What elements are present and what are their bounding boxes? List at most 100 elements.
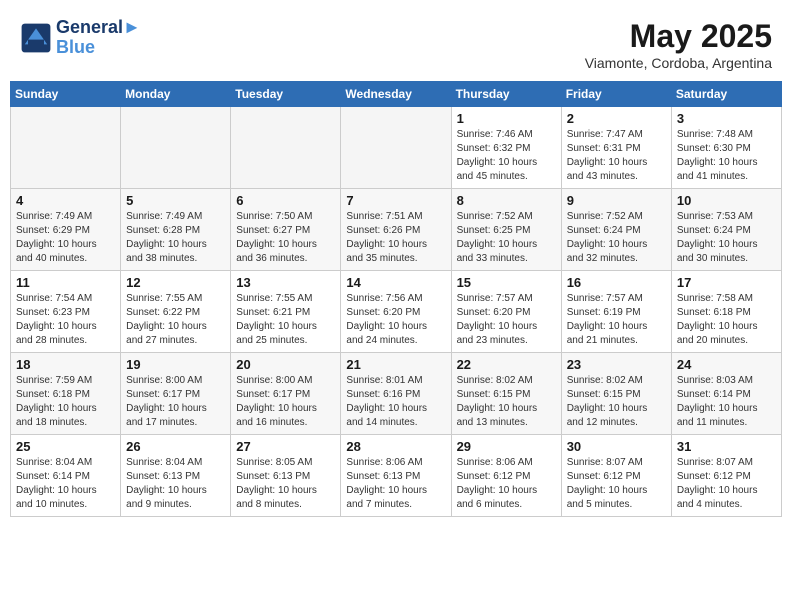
day-info: Sunrise: 7:49 AM Sunset: 6:28 PM Dayligh… xyxy=(126,210,225,266)
day-info: Sunrise: 7:52 AM Sunset: 6:24 PM Dayligh… xyxy=(567,210,666,266)
day-number: 17 xyxy=(677,275,776,290)
table-cell: 23 Sunrise: 8:02 AM Sunset: 6:15 PM Dayli… xyxy=(561,353,671,435)
week-row-3: 11 Sunrise: 7:54 AM Sunset: 6:23 PM Dayli… xyxy=(11,271,782,353)
header-tuesday: Tuesday xyxy=(231,82,341,107)
day-info: Sunrise: 8:00 AM Sunset: 6:17 PM Dayligh… xyxy=(126,374,225,430)
header-wednesday: Wednesday xyxy=(341,82,451,107)
day-number: 23 xyxy=(567,357,666,372)
table-cell: 28 Sunrise: 8:06 AM Sunset: 6:13 PM Dayli… xyxy=(341,435,451,517)
table-cell: 30 Sunrise: 8:07 AM Sunset: 6:12 PM Dayli… xyxy=(561,435,671,517)
day-number: 22 xyxy=(457,357,556,372)
table-cell: 25Sunrise: 8:04 AM Sunset: 6:14 PM Dayli… xyxy=(11,435,121,517)
day-info: Sunrise: 7:49 AM Sunset: 6:29 PM Dayligh… xyxy=(16,210,115,266)
day-number: 6 xyxy=(236,193,335,208)
day-number: 31 xyxy=(677,439,776,454)
header-thursday: Thursday xyxy=(451,82,561,107)
table-cell: 24 Sunrise: 8:03 AM Sunset: 6:14 PM Dayli… xyxy=(671,353,781,435)
day-info: Sunrise: 8:02 AM Sunset: 6:15 PM Dayligh… xyxy=(567,374,666,430)
table-cell: 10Sunrise: 7:53 AM Sunset: 6:24 PM Dayli… xyxy=(671,189,781,271)
week-row-1: 1 Sunrise: 7:46 AM Sunset: 6:32 PM Daylig… xyxy=(11,107,782,189)
table-cell: 7 Sunrise: 7:51 AM Sunset: 6:26 PM Daylig… xyxy=(341,189,451,271)
day-number: 24 xyxy=(677,357,776,372)
table-cell xyxy=(231,107,341,189)
table-cell: 19 Sunrise: 8:00 AM Sunset: 6:17 PM Dayli… xyxy=(121,353,231,435)
table-cell: 26 Sunrise: 8:04 AM Sunset: 6:13 PM Dayli… xyxy=(121,435,231,517)
table-cell: 31 Sunrise: 8:07 AM Sunset: 6:12 PM Dayli… xyxy=(671,435,781,517)
header-sunday: Sunday xyxy=(11,82,121,107)
day-info: Sunrise: 8:02 AM Sunset: 6:15 PM Dayligh… xyxy=(457,374,556,430)
day-info: Sunrise: 8:03 AM Sunset: 6:14 PM Dayligh… xyxy=(677,374,776,430)
table-cell: 13Sunrise: 7:55 AM Sunset: 6:21 PM Dayli… xyxy=(231,271,341,353)
header-monday: Monday xyxy=(121,82,231,107)
day-info: Sunrise: 7:51 AM Sunset: 6:26 PM Dayligh… xyxy=(346,210,445,266)
location: Viamonte, Cordoba, Argentina xyxy=(585,55,772,71)
day-number: 12 xyxy=(126,275,225,290)
table-cell: 20 Sunrise: 8:00 AM Sunset: 6:17 PM Dayli… xyxy=(231,353,341,435)
day-number: 5 xyxy=(126,193,225,208)
day-number: 29 xyxy=(457,439,556,454)
day-info: Sunrise: 7:50 AM Sunset: 6:27 PM Dayligh… xyxy=(236,210,335,266)
day-number: 4 xyxy=(16,193,115,208)
day-info: Sunrise: 8:06 AM Sunset: 6:12 PM Dayligh… xyxy=(457,456,556,512)
day-info: Sunrise: 7:56 AM Sunset: 6:20 PM Dayligh… xyxy=(346,292,445,348)
table-cell: 21Sunrise: 8:01 AM Sunset: 6:16 PM Dayli… xyxy=(341,353,451,435)
day-number: 28 xyxy=(346,439,445,454)
week-row-4: 18 Sunrise: 7:59 AM Sunset: 6:18 PM Dayli… xyxy=(11,353,782,435)
page-header: General► Blue May 2025 Viamonte, Cordoba… xyxy=(10,10,782,75)
week-row-5: 25Sunrise: 8:04 AM Sunset: 6:14 PM Dayli… xyxy=(11,435,782,517)
month-year: May 2025 xyxy=(585,18,772,55)
day-info: Sunrise: 7:52 AM Sunset: 6:25 PM Dayligh… xyxy=(457,210,556,266)
day-info: Sunrise: 8:04 AM Sunset: 6:13 PM Dayligh… xyxy=(126,456,225,512)
day-info: Sunrise: 7:55 AM Sunset: 6:22 PM Dayligh… xyxy=(126,292,225,348)
header-saturday: Saturday xyxy=(671,82,781,107)
day-number: 3 xyxy=(677,111,776,126)
table-cell: 18 Sunrise: 7:59 AM Sunset: 6:18 PM Dayli… xyxy=(11,353,121,435)
day-number: 8 xyxy=(457,193,556,208)
day-info: Sunrise: 7:46 AM Sunset: 6:32 PM Dayligh… xyxy=(457,128,556,184)
logo-icon xyxy=(20,22,52,54)
day-info: Sunrise: 8:07 AM Sunset: 6:12 PM Dayligh… xyxy=(677,456,776,512)
day-info: Sunrise: 7:59 AM Sunset: 6:18 PM Dayligh… xyxy=(16,374,115,430)
table-cell: 6 Sunrise: 7:50 AM Sunset: 6:27 PM Daylig… xyxy=(231,189,341,271)
day-number: 20 xyxy=(236,357,335,372)
table-cell: 9 Sunrise: 7:52 AM Sunset: 6:24 PM Daylig… xyxy=(561,189,671,271)
table-cell: 2 Sunrise: 7:47 AM Sunset: 6:31 PM Daylig… xyxy=(561,107,671,189)
day-info: Sunrise: 8:06 AM Sunset: 6:13 PM Dayligh… xyxy=(346,456,445,512)
day-number: 26 xyxy=(126,439,225,454)
title-block: May 2025 Viamonte, Cordoba, Argentina xyxy=(585,18,772,71)
day-info: Sunrise: 8:00 AM Sunset: 6:17 PM Dayligh… xyxy=(236,374,335,430)
week-row-2: 4 Sunrise: 7:49 AM Sunset: 6:29 PM Daylig… xyxy=(11,189,782,271)
day-number: 14 xyxy=(346,275,445,290)
day-number: 9 xyxy=(567,193,666,208)
day-number: 11 xyxy=(16,275,115,290)
table-cell: 3 Sunrise: 7:48 AM Sunset: 6:30 PM Daylig… xyxy=(671,107,781,189)
calendar-table: Sunday Monday Tuesday Wednesday Thursday… xyxy=(10,81,782,517)
day-number: 2 xyxy=(567,111,666,126)
table-cell xyxy=(341,107,451,189)
day-number: 18 xyxy=(16,357,115,372)
table-cell: 17Sunrise: 7:58 AM Sunset: 6:18 PM Dayli… xyxy=(671,271,781,353)
day-number: 13 xyxy=(236,275,335,290)
weekday-header-row: Sunday Monday Tuesday Wednesday Thursday… xyxy=(11,82,782,107)
day-info: Sunrise: 7:47 AM Sunset: 6:31 PM Dayligh… xyxy=(567,128,666,184)
day-number: 21 xyxy=(346,357,445,372)
table-cell: 12 Sunrise: 7:55 AM Sunset: 6:22 PM Dayli… xyxy=(121,271,231,353)
day-number: 30 xyxy=(567,439,666,454)
table-cell: 22 Sunrise: 8:02 AM Sunset: 6:15 PM Dayli… xyxy=(451,353,561,435)
table-cell: 14 Sunrise: 7:56 AM Sunset: 6:20 PM Dayli… xyxy=(341,271,451,353)
logo-text: General► Blue xyxy=(56,18,141,58)
table-cell: 11 Sunrise: 7:54 AM Sunset: 6:23 PM Dayli… xyxy=(11,271,121,353)
day-info: Sunrise: 8:07 AM Sunset: 6:12 PM Dayligh… xyxy=(567,456,666,512)
day-number: 1 xyxy=(457,111,556,126)
day-info: Sunrise: 8:04 AM Sunset: 6:14 PM Dayligh… xyxy=(16,456,115,512)
day-number: 19 xyxy=(126,357,225,372)
logo: General► Blue xyxy=(20,18,141,58)
day-info: Sunrise: 7:53 AM Sunset: 6:24 PM Dayligh… xyxy=(677,210,776,266)
day-info: Sunrise: 7:54 AM Sunset: 6:23 PM Dayligh… xyxy=(16,292,115,348)
day-info: Sunrise: 7:48 AM Sunset: 6:30 PM Dayligh… xyxy=(677,128,776,184)
day-info: Sunrise: 8:05 AM Sunset: 6:13 PM Dayligh… xyxy=(236,456,335,512)
day-info: Sunrise: 7:57 AM Sunset: 6:19 PM Dayligh… xyxy=(567,292,666,348)
table-cell: 5 Sunrise: 7:49 AM Sunset: 6:28 PM Daylig… xyxy=(121,189,231,271)
table-cell xyxy=(11,107,121,189)
day-number: 7 xyxy=(346,193,445,208)
